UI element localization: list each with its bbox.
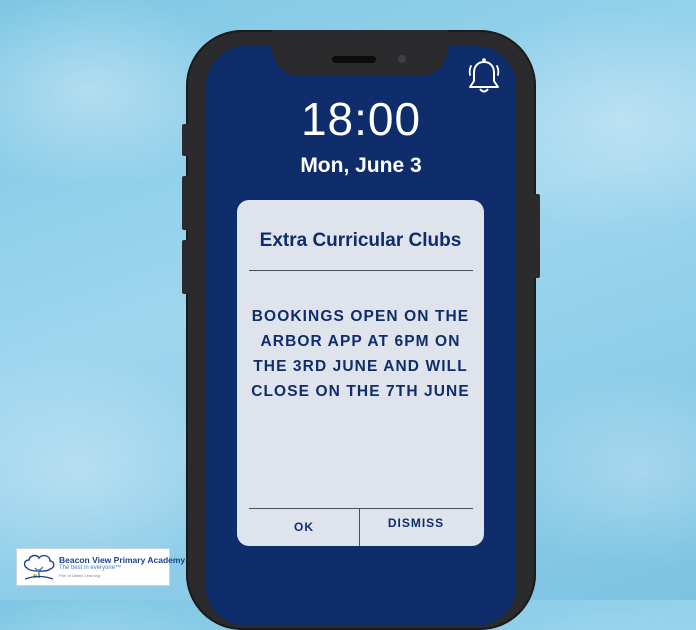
lockscreen-date: Mon, June 3 [300, 154, 422, 177]
school-name: Beacon View Primary Academy [59, 555, 186, 565]
lockscreen-time: 18:00 [300, 93, 422, 145]
notification-body: BOOKINGS OPEN ON THE ARBOR APP AT 6PM ON… [251, 308, 470, 400]
school-logo-badge: Beacon View Primary Academy The best in … [16, 548, 185, 586]
phone-side-button-power [534, 194, 540, 278]
phone-side-button-volume-up [182, 176, 188, 230]
dismiss-button[interactable]: DISMISS [359, 508, 473, 546]
notification-title-divider [249, 270, 473, 271]
bell-icon [468, 58, 500, 93]
phone-camera [398, 55, 406, 63]
notification-title: Extra Curricular Clubs [259, 230, 462, 251]
tree-logo-icon [23, 554, 55, 580]
ok-button[interactable]: OK [249, 508, 359, 546]
school-subline: Part of United Learning [59, 573, 101, 578]
notification-card[interactable]: Extra Curricular Clubs BOOKINGS OPEN ON … [237, 200, 484, 546]
phone-side-button-volume-down [182, 240, 188, 294]
phone-notch [272, 30, 448, 76]
school-tagline: The best in everyone™ [59, 565, 122, 571]
phone-speaker [332, 56, 376, 63]
phone-side-button-silent [182, 124, 188, 156]
